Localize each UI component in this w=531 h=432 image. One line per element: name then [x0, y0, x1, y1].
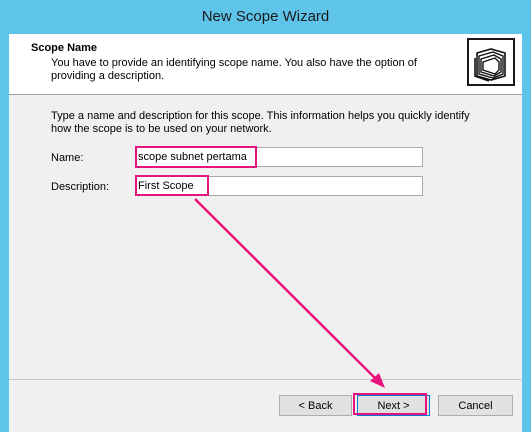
footer-divider [9, 379, 522, 380]
wizard-window: New Scope Wizard Scope Name You have to … [0, 0, 531, 432]
folders-icon [467, 38, 515, 86]
description-input[interactable]: First Scope [135, 176, 423, 196]
name-input[interactable]: scope subnet pertama [135, 147, 423, 167]
back-button[interactable]: < Back [279, 395, 352, 416]
window-title: New Scope Wizard [201, 8, 330, 25]
page-title: Scope Name [31, 42, 98, 54]
next-button[interactable]: Next > [357, 395, 430, 416]
page-description: You have to provide an identifying scope… [51, 57, 417, 82]
title-bar[interactable]: New Scope Wizard [0, 0, 531, 33]
instructions-text: Type a name and description for this sco… [51, 110, 470, 135]
description-label: Description: [51, 181, 110, 193]
name-label: Name: [51, 152, 84, 164]
wizard-header: Scope Name You have to provide an identi… [9, 34, 522, 95]
wizard-client-area: Scope Name You have to provide an identi… [9, 34, 522, 432]
cancel-button[interactable]: Cancel [438, 395, 513, 416]
